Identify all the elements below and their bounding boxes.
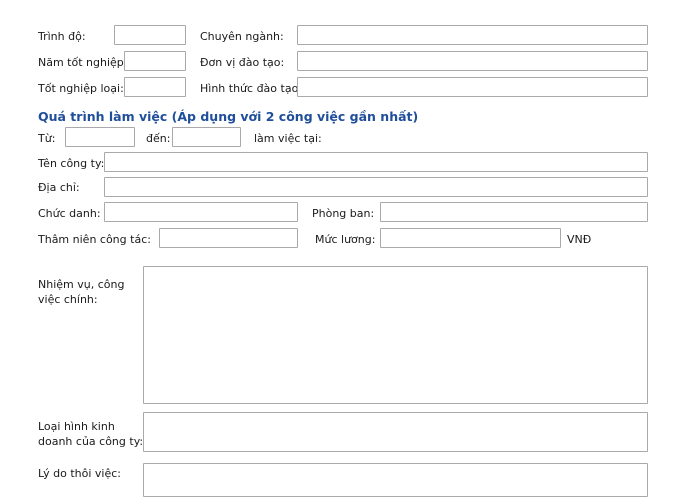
company-name-label: Tên công ty:	[38, 157, 105, 170]
company-name-input[interactable]	[104, 152, 648, 172]
graduation-rank-input[interactable]	[124, 77, 186, 97]
salary-input[interactable]	[380, 228, 561, 248]
business-type-label: Loại hình kinh doanh của công ty:	[38, 420, 144, 448]
work-at-label: làm việc tại:	[254, 132, 322, 145]
to-label: đến:	[146, 132, 171, 145]
salary-label: Mức lương:	[315, 233, 376, 246]
work-history-heading: Quá trình làm việc (Áp dụng với 2 công v…	[38, 109, 419, 124]
from-date-input[interactable]	[65, 127, 135, 147]
from-label: Từ:	[38, 132, 56, 145]
seniority-input[interactable]	[159, 228, 298, 248]
major-label: Chuyên ngành:	[200, 30, 284, 43]
level-label: Trình độ:	[38, 30, 86, 43]
business-type-textarea[interactable]	[143, 412, 648, 452]
graduation-year-input[interactable]	[124, 51, 186, 71]
seniority-label: Thâm niên công tác:	[38, 233, 151, 246]
institution-input[interactable]	[297, 51, 648, 71]
training-type-input[interactable]	[297, 77, 648, 97]
department-label: Phòng ban:	[312, 207, 375, 220]
institution-label: Đơn vị đào tạo:	[200, 56, 285, 69]
graduation-year-label: Năm tốt nghiệp:	[38, 56, 128, 69]
position-input[interactable]	[104, 202, 298, 222]
department-input[interactable]	[380, 202, 648, 222]
graduation-rank-label: Tốt nghiệp loại:	[38, 82, 124, 95]
to-date-input[interactable]	[172, 127, 241, 147]
address-input[interactable]	[104, 177, 648, 197]
currency-label: VNĐ	[567, 233, 592, 246]
address-label: Địa chỉ:	[38, 181, 80, 194]
major-input[interactable]	[297, 25, 648, 45]
leave-reason-textarea[interactable]	[143, 463, 648, 497]
duties-label: Nhiệm vụ, công việc chính:	[38, 278, 125, 306]
leave-reason-label: Lý do thôi việc:	[38, 467, 121, 480]
level-input[interactable]	[114, 25, 186, 45]
training-type-label: Hình thức đào tạo:	[200, 82, 303, 95]
position-label: Chức danh:	[38, 207, 101, 220]
duties-textarea[interactable]	[143, 266, 648, 404]
